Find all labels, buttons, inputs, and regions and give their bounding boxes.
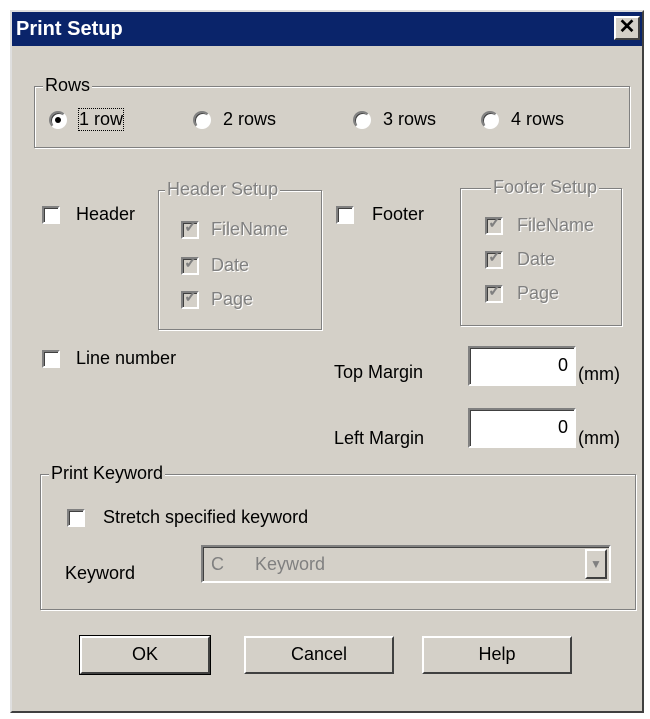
header-date-label[interactable]: Date bbox=[211, 255, 249, 276]
stretch-keyword-checkbox[interactable] bbox=[67, 509, 85, 527]
chevron-down-icon: ▼ bbox=[590, 557, 602, 571]
header-setup-groupbox: Header Setup ✓ FileName ✓ Date ✓ Page bbox=[158, 179, 322, 330]
window-title: Print Setup bbox=[16, 18, 123, 40]
checkmark-icon: ✓ bbox=[488, 215, 502, 232]
radio-1-row[interactable] bbox=[49, 111, 67, 129]
line-number-checkbox[interactable] bbox=[42, 350, 60, 368]
keyword-label: Keyword bbox=[65, 563, 136, 583]
footer-date-checkbox[interactable]: ✓ bbox=[485, 249, 503, 269]
combo-dropdown-button[interactable]: ▼ bbox=[585, 549, 607, 579]
rows-groupbox: Rows 1 row 2 rows 3 rows 4 rows bbox=[34, 75, 630, 148]
print-keyword-group-label: Print Keyword bbox=[49, 463, 166, 484]
checkmark-icon: ✓ bbox=[184, 289, 198, 306]
keyword-prefix: C bbox=[211, 554, 224, 574]
header-filename-label[interactable]: FileName bbox=[211, 219, 288, 240]
header-page-checkbox[interactable]: ✓ bbox=[181, 289, 199, 309]
rows-group-label: Rows bbox=[43, 75, 93, 96]
top-margin-label: Top Margin bbox=[334, 362, 424, 382]
radio-1-row-label[interactable]: 1 row bbox=[77, 108, 125, 131]
radio-3-rows-label[interactable]: 3 rows bbox=[383, 109, 436, 130]
top-margin-input[interactable]: 0 bbox=[468, 346, 576, 386]
radio-2-rows-label[interactable]: 2 rows bbox=[223, 109, 276, 130]
footer-filename-checkbox[interactable]: ✓ bbox=[485, 215, 503, 235]
print-keyword-groupbox: Print Keyword Stretch specified keyword … bbox=[40, 463, 636, 610]
checkmark-icon: ✓ bbox=[184, 255, 198, 272]
left-margin-unit: (mm) bbox=[578, 428, 620, 448]
close-button[interactable]: ✕ bbox=[614, 16, 640, 40]
header-filename-checkbox[interactable]: ✓ bbox=[181, 219, 199, 239]
checkmark-icon: ✓ bbox=[184, 219, 198, 236]
header-page-label[interactable]: Page bbox=[211, 289, 253, 310]
footer-setup-label: Footer Setup bbox=[491, 177, 600, 198]
checkmark-icon: ✓ bbox=[488, 249, 502, 266]
radio-4-rows-label[interactable]: 4 rows bbox=[511, 109, 564, 130]
header-date-checkbox[interactable]: ✓ bbox=[181, 255, 199, 275]
ok-button[interactable]: OK bbox=[79, 635, 211, 675]
stretch-keyword-label[interactable]: Stretch specified keyword bbox=[103, 507, 308, 528]
line-number-label[interactable]: Line number bbox=[76, 348, 176, 369]
left-margin-label: Left Margin bbox=[334, 428, 425, 448]
radio-selected-dot bbox=[55, 117, 61, 123]
radio-4-rows[interactable] bbox=[481, 111, 499, 129]
footer-setup-groupbox: Footer Setup ✓ FileName ✓ Date ✓ Page bbox=[460, 177, 622, 326]
header-checkbox[interactable] bbox=[42, 206, 60, 224]
keyword-value: Keyword bbox=[255, 554, 326, 574]
header-checkbox-label[interactable]: Header bbox=[76, 204, 135, 225]
top-margin-unit: (mm) bbox=[578, 364, 620, 384]
title-bar: Print Setup ✕ bbox=[12, 12, 642, 46]
footer-date-label[interactable]: Date bbox=[517, 249, 555, 270]
close-icon: ✕ bbox=[618, 16, 636, 38]
footer-checkbox[interactable] bbox=[336, 206, 354, 224]
footer-checkbox-label[interactable]: Footer bbox=[372, 204, 424, 225]
cancel-button[interactable]: Cancel bbox=[244, 636, 394, 674]
footer-page-checkbox[interactable]: ✓ bbox=[485, 283, 503, 303]
left-margin-input[interactable]: 0 bbox=[468, 408, 576, 448]
footer-page-label[interactable]: Page bbox=[517, 283, 559, 304]
header-setup-label: Header Setup bbox=[165, 179, 281, 200]
print-setup-dialog: Print Setup ✕ Rows 1 row 2 rows 3 rows 4… bbox=[10, 10, 644, 713]
radio-2-rows[interactable] bbox=[193, 111, 211, 129]
footer-filename-label[interactable]: FileName bbox=[517, 215, 594, 236]
keyword-combobox[interactable]: C Keyword ▼ bbox=[201, 545, 611, 583]
checkmark-icon: ✓ bbox=[488, 283, 502, 300]
radio-3-rows[interactable] bbox=[353, 111, 371, 129]
help-button[interactable]: Help bbox=[422, 636, 572, 674]
